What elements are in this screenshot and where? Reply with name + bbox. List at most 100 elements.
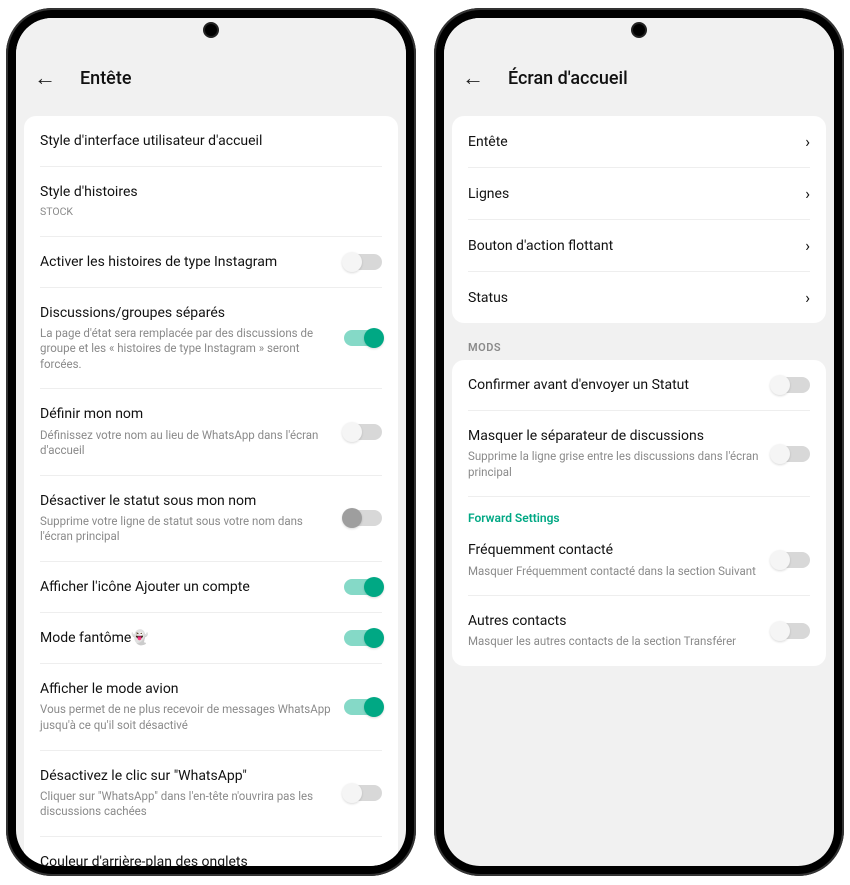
header: ← Écran d'accueil — [444, 54, 834, 102]
row-main: Style d'histoires STOCK — [40, 183, 382, 219]
row-subtitle: Cliquer sur "WhatsApp" dans l'en-tête n'… — [40, 789, 332, 820]
settings-row[interactable]: Mode fantôme👻 — [40, 613, 382, 664]
settings-row[interactable]: Discussions/groupes séparés La page d'éta… — [40, 288, 382, 390]
row-main: Définir mon nomDéfinissez votre nom au l… — [40, 405, 332, 458]
content-left: Style d'interface utilisateur d'accueil S… — [16, 102, 406, 866]
toggle-knob — [364, 328, 384, 348]
nav-item-lignes[interactable]: Lignes › — [468, 168, 810, 220]
nav-item-bouton-d-action-flottant[interactable]: Bouton d'action flottant › — [468, 220, 810, 272]
row-subtitle: Supprime la ligne grise entre les discus… — [468, 449, 760, 480]
settings-row[interactable]: Masquer le séparateur de discussions Supp… — [468, 411, 810, 497]
toggle-knob — [770, 621, 790, 641]
row-title: Afficher l'icône Ajouter un compte — [40, 578, 332, 596]
toggle-switch[interactable] — [344, 254, 382, 270]
settings-row[interactable]: Style d'interface utilisateur d'accueil — [40, 116, 382, 167]
toggle-knob — [342, 783, 362, 803]
toggle-switch[interactable] — [772, 377, 810, 393]
nav-item-status[interactable]: Status › — [468, 272, 810, 323]
row-subtitle: La page d'état sera remplacée par des di… — [40, 326, 332, 373]
row-main: Confirmer avant d'envoyer un Statut — [468, 376, 760, 394]
row-main: Afficher le mode avionVous permet de ne … — [40, 680, 332, 733]
toggle-knob — [364, 628, 384, 648]
phone-left: ← Entête Style d'interface utilisateur d… — [6, 8, 416, 876]
toggle-switch[interactable] — [344, 785, 382, 801]
toggle-switch[interactable] — [772, 446, 810, 462]
settings-row[interactable]: Désactiver le statut sous mon nom Supprim… — [40, 476, 382, 562]
toggle-switch[interactable] — [344, 630, 382, 646]
chevron-right-icon: › — [805, 184, 810, 203]
row-main: Désactivez le clic sur "WhatsApp" Cliquer… — [40, 767, 332, 820]
settings-row[interactable]: Style d'histoires STOCK — [40, 167, 382, 236]
nav-label: Status — [468, 290, 508, 306]
toggle-switch[interactable] — [344, 510, 382, 526]
row-main: Autres contactsMasquer les autres contac… — [468, 612, 760, 650]
forward-settings-label: Forward Settings — [468, 497, 810, 525]
settings-row[interactable]: Activer les histoires de type Instagram — [40, 237, 382, 288]
phone-right: ← Écran d'accueil Entête›Lignes›Bouton d… — [434, 8, 844, 876]
chevron-right-icon: › — [805, 288, 810, 307]
row-title: Style d'histoires — [40, 183, 382, 201]
nav-label: Entête — [468, 134, 508, 150]
toggle-switch[interactable] — [344, 424, 382, 440]
screen-left: ← Entête Style d'interface utilisateur d… — [16, 18, 406, 866]
chevron-right-icon: › — [805, 236, 810, 255]
toggle-knob — [770, 444, 790, 464]
toggle-switch[interactable] — [344, 579, 382, 595]
back-arrow-icon[interactable]: ← — [34, 65, 56, 91]
row-main: Discussions/groupes séparés La page d'éta… — [40, 304, 332, 373]
row-title: Fréquemment contacté — [468, 541, 760, 559]
mods-card: Confirmer avant d'envoyer un Statut Masqu… — [452, 360, 826, 666]
row-title: Désactivez le clic sur "WhatsApp" — [40, 767, 332, 785]
settings-row[interactable]: Afficher l'icône Ajouter un compte — [40, 562, 382, 613]
nav-label: Lignes — [468, 186, 509, 202]
row-title: Définir mon nom — [40, 405, 332, 423]
toggle-switch[interactable] — [344, 330, 382, 346]
row-main: Désactiver le statut sous mon nom Supprim… — [40, 492, 332, 545]
row-main: Activer les histoires de type Instagram — [40, 253, 332, 271]
toggle-knob — [342, 252, 362, 272]
content-right: Entête›Lignes›Bouton d'action flottant›S… — [444, 102, 834, 866]
back-arrow-icon[interactable]: ← — [462, 65, 484, 91]
toggle-knob — [342, 508, 362, 528]
toggle-knob — [364, 697, 384, 717]
toggle-switch[interactable] — [344, 699, 382, 715]
settings-card: Style d'interface utilisateur d'accueil S… — [24, 116, 398, 866]
toggle-switch[interactable] — [772, 552, 810, 568]
settings-row[interactable]: Fréquemment contacté Masquer Fréquemment … — [468, 525, 810, 596]
mods-section-label: MODS — [452, 323, 826, 360]
front-camera — [203, 22, 219, 38]
row-title: Activer les histoires de type Instagram — [40, 253, 332, 271]
screen-right: ← Écran d'accueil Entête›Lignes›Bouton d… — [444, 18, 834, 866]
toggle-knob — [770, 375, 790, 395]
toggle-knob — [770, 550, 790, 570]
header: ← Entête — [16, 54, 406, 102]
row-main: Masquer le séparateur de discussions Supp… — [468, 427, 760, 480]
front-camera — [631, 22, 647, 38]
row-subtitle: Vous permet de ne plus recevoir de messa… — [40, 702, 332, 733]
page-title: Entête — [80, 68, 131, 89]
settings-row[interactable]: Confirmer avant d'envoyer un Statut — [468, 360, 810, 411]
nav-item-ent-te[interactable]: Entête › — [468, 116, 810, 168]
chevron-right-icon: › — [805, 132, 810, 151]
row-subtitle: STOCK — [40, 205, 382, 219]
row-title: Autres contacts — [468, 612, 760, 630]
row-title: Mode fantôme👻 — [40, 629, 332, 647]
row-title: Confirmer avant d'envoyer un Statut — [468, 376, 760, 394]
nav-label: Bouton d'action flottant — [468, 238, 613, 254]
row-main: Style d'interface utilisateur d'accueil — [40, 132, 382, 150]
settings-row[interactable]: Autres contactsMasquer les autres contac… — [468, 596, 810, 666]
row-title: Discussions/groupes séparés — [40, 304, 332, 322]
row-subtitle: Supprime votre ligne de statut sous votr… — [40, 514, 332, 545]
page-title: Écran d'accueil — [508, 68, 628, 89]
settings-row[interactable]: Définir mon nomDéfinissez votre nom au l… — [40, 389, 382, 475]
row-main: Mode fantôme👻 — [40, 629, 332, 647]
row-subtitle: Masquer Fréquemment contacté dans la sec… — [468, 564, 760, 580]
settings-row[interactable]: Couleur d'arrière-plan des ongletsChange… — [40, 837, 382, 866]
row-title: Désactiver le statut sous mon nom — [40, 492, 332, 510]
settings-row[interactable]: Désactivez le clic sur "WhatsApp" Cliquer… — [40, 751, 382, 837]
row-title: Masquer le séparateur de discussions — [468, 427, 760, 445]
toggle-switch[interactable] — [772, 623, 810, 639]
row-main: Fréquemment contacté Masquer Fréquemment … — [468, 541, 760, 579]
row-main: Afficher l'icône Ajouter un compte — [40, 578, 332, 596]
settings-row[interactable]: Afficher le mode avionVous permet de ne … — [40, 664, 382, 750]
